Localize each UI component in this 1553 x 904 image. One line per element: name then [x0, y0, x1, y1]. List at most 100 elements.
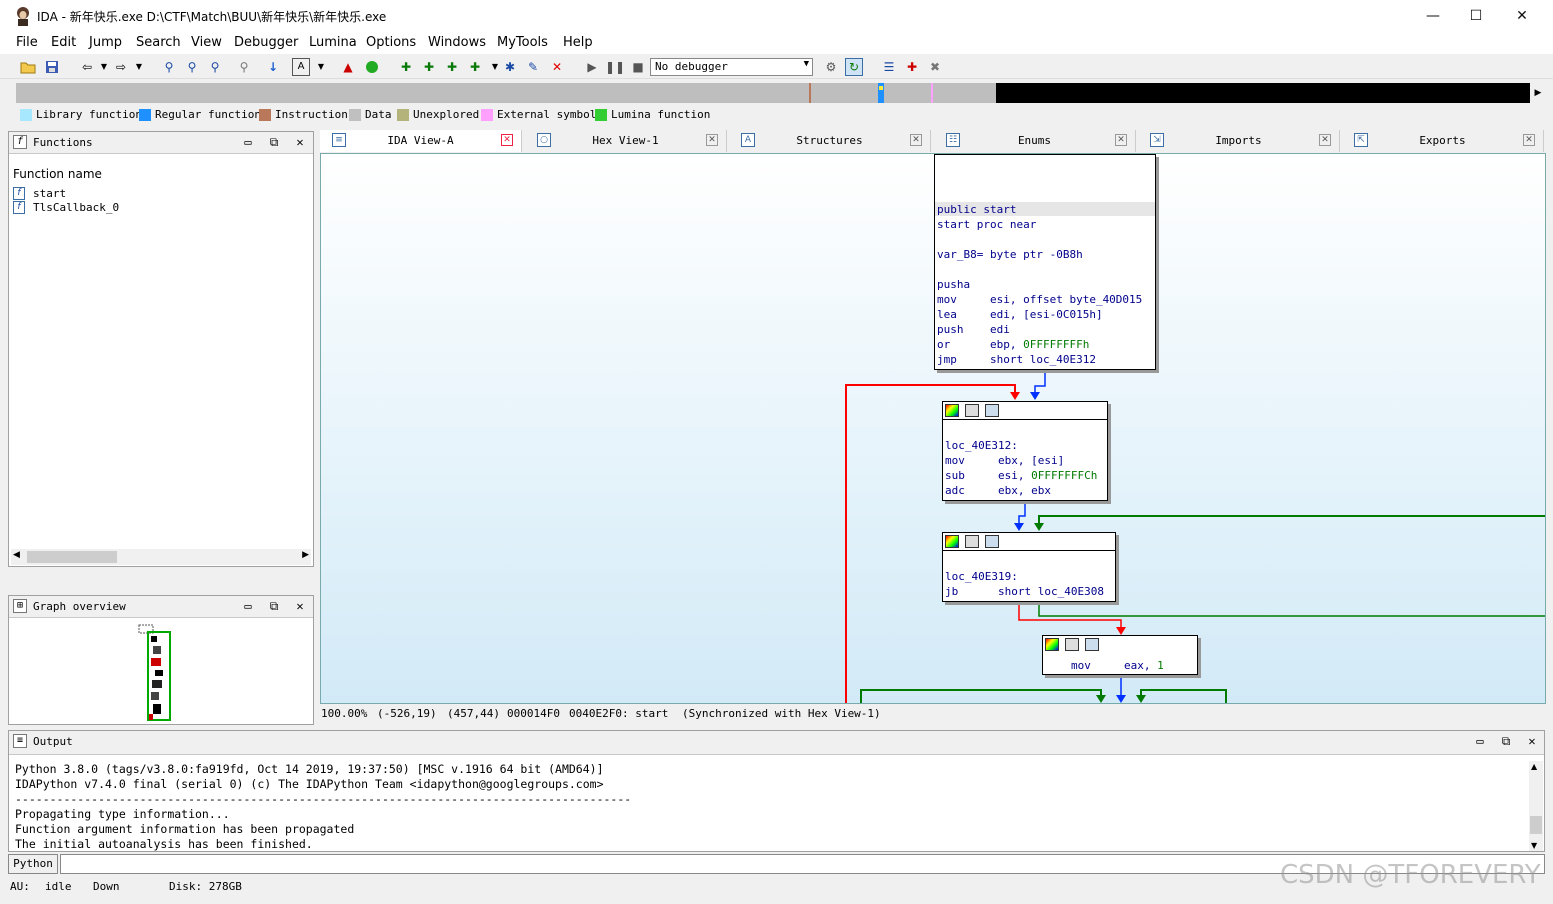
asm-line[interactable]: adc ebx, ebx: [945, 484, 1051, 497]
menu-search[interactable]: Search: [136, 35, 181, 50]
add-code-icon[interactable]: ✚: [397, 58, 415, 76]
asm-line[interactable]: lea edi, [esi-0C015h]: [937, 308, 1103, 321]
asm-line[interactable]: mov esi, offset byte_40D015: [937, 293, 1142, 306]
menu-file[interactable]: File: [16, 35, 38, 50]
debug-pause-icon[interactable]: ❚❚: [605, 58, 625, 76]
debug-options-icon[interactable]: ⚙: [822, 58, 840, 76]
asm-line[interactable]: push edi: [937, 323, 1010, 336]
forward-arrow-icon[interactable]: ⇨: [112, 58, 130, 76]
menu-view[interactable]: View: [191, 35, 222, 50]
asm-line[interactable]: jb short loc_40E308: [945, 585, 1104, 598]
add-breakpoint-icon[interactable]: ✚: [903, 58, 921, 76]
sync-icon[interactable]: ↻: [845, 58, 863, 76]
menu-help[interactable]: Help: [563, 35, 593, 50]
panel-float-icon[interactable]: ⧉: [267, 135, 281, 149]
debug-start-icon[interactable]: ▶: [583, 58, 601, 76]
tab-close-icon[interactable]: ✕: [1319, 134, 1331, 146]
back-history-dropdown-icon[interactable]: ▼: [95, 58, 113, 76]
node-rename-icon[interactable]: [1065, 638, 1079, 651]
add-data-icon[interactable]: ✚: [420, 58, 438, 76]
back-arrow-icon[interactable]: ⇦: [78, 58, 96, 76]
scroll-thumb[interactable]: [27, 551, 117, 563]
edit-func-icon[interactable]: ✎: [524, 58, 542, 76]
node-rename-icon[interactable]: [965, 535, 979, 548]
binoculars-text-icon[interactable]: ⚲: [160, 58, 178, 76]
scroll-right-icon[interactable]: ▶: [302, 550, 309, 560]
node-color-icon[interactable]: [1045, 638, 1059, 651]
asm-line[interactable]: var_B8= byte ptr -0B8h: [937, 248, 1083, 261]
nav-right-arrow-icon[interactable]: ▶: [1533, 84, 1543, 102]
menu-options[interactable]: Options: [366, 35, 416, 50]
python-language-button[interactable]: Python: [8, 854, 58, 874]
menu-jump[interactable]: Jump: [89, 35, 122, 50]
panel-close-icon[interactable]: ✕: [293, 135, 307, 149]
scroll-thumb[interactable]: [1530, 816, 1542, 834]
open-icon[interactable]: [19, 58, 37, 76]
navigation-band[interactable]: [16, 83, 1530, 103]
panel-float-icon[interactable]: ⧉: [1499, 734, 1513, 748]
panel-restore-icon[interactable]: ▭: [241, 135, 255, 149]
asm-line[interactable]: loc_40E319:: [945, 570, 1018, 583]
output-vscrollbar[interactable]: ▲ ▼: [1529, 761, 1543, 851]
menu-debugger[interactable]: Debugger: [234, 35, 298, 50]
scroll-down-icon[interactable]: ▼: [1531, 841, 1537, 850]
text-dropdown-icon[interactable]: ▼: [312, 58, 330, 76]
graph-node-loc-40e319[interactable]: loc_40E319: jb short loc_40E308: [942, 532, 1116, 602]
binoculars-next-icon[interactable]: ⚲: [183, 58, 201, 76]
tab-close-icon[interactable]: ✕: [501, 134, 513, 146]
asm-line[interactable]: mov ebx, [esi]: [945, 454, 1064, 467]
tab-exports[interactable]: ⇱ Exports ✕: [1342, 130, 1544, 152]
node-rename-icon[interactable]: [965, 404, 979, 417]
node-group-icon[interactable]: [985, 404, 999, 417]
panel-close-icon[interactable]: ✕: [293, 599, 307, 613]
asm-line[interactable]: jmp short loc_40E312: [937, 353, 1096, 366]
node-group-icon[interactable]: [1085, 638, 1099, 651]
add-ascii-icon[interactable]: ✚: [443, 58, 461, 76]
search-direction[interactable]: Down: [93, 880, 120, 893]
graph-node-mov-eax[interactable]: mov eax, 1: [1042, 635, 1198, 675]
minimize-button[interactable]: —: [1418, 6, 1448, 26]
asm-line[interactable]: pusha: [937, 278, 970, 291]
tab-close-icon[interactable]: ✕: [910, 134, 922, 146]
struct-var-icon[interactable]: ✱: [501, 58, 519, 76]
asm-line[interactable]: loc_40E312:: [945, 439, 1018, 452]
tab-hex-view-1[interactable]: ○ Hex View-1 ✕: [525, 130, 727, 152]
node-color-icon[interactable]: [945, 404, 959, 417]
graph-node-start[interactable]: public start start proc near var_B8= byt…: [934, 154, 1156, 370]
binoculars-bytes-icon[interactable]: ⚲: [235, 58, 253, 76]
save-icon[interactable]: [43, 58, 61, 76]
node-color-icon[interactable]: [945, 535, 959, 548]
scroll-left-icon[interactable]: ◀: [13, 550, 20, 560]
panel-float-icon[interactable]: ⧉: [267, 599, 281, 613]
functions-hscrollbar[interactable]: ◀ ▶: [11, 549, 311, 565]
graph-view[interactable]: public start start proc near var_B8= byt…: [320, 153, 1546, 704]
jump-down-icon[interactable]: ↓: [264, 58, 282, 76]
function-name-column-header[interactable]: Function name: [13, 167, 102, 181]
maximize-button[interactable]: ☐: [1461, 6, 1491, 26]
graph-overview-thumbnail[interactable]: [137, 624, 173, 722]
graph-node-loc-40e312[interactable]: loc_40E312: mov ebx, [esi] sub esi, 0FFF…: [942, 401, 1108, 501]
tab-imports[interactable]: ⇲ Imports ✕: [1138, 130, 1340, 152]
asm-line[interactable]: mov eax, 1: [1071, 659, 1164, 672]
text-search-icon[interactable]: A: [292, 58, 310, 76]
scroll-up-icon[interactable]: ▲: [1531, 762, 1537, 771]
asm-line[interactable]: public start: [937, 203, 1016, 216]
debugger-select[interactable]: No debugger ▼: [650, 58, 813, 76]
tab-close-icon[interactable]: ✕: [706, 134, 718, 146]
breakpoint-list-icon[interactable]: ☰: [880, 58, 898, 76]
panel-restore-icon[interactable]: ▭: [1473, 734, 1487, 748]
menu-windows[interactable]: Windows: [428, 35, 486, 50]
tab-enums[interactable]: ☷ Enums ✕: [934, 130, 1136, 152]
forward-history-dropdown-icon[interactable]: ▼: [130, 58, 148, 76]
add-array-icon[interactable]: ✚: [466, 58, 484, 76]
asm-line[interactable]: or ebp, 0FFFFFFFFh: [937, 338, 1089, 351]
menu-lumina[interactable]: Lumina: [309, 35, 357, 50]
tab-close-icon[interactable]: ✕: [1523, 134, 1535, 146]
node-group-icon[interactable]: [985, 535, 999, 548]
run-analysis-icon[interactable]: [363, 58, 381, 76]
binoculars-immediate-icon[interactable]: ⚲: [206, 58, 224, 76]
remove-breakpoint-icon[interactable]: ✖: [926, 58, 944, 76]
menu-mytools[interactable]: MyTools: [497, 35, 548, 50]
panel-restore-icon[interactable]: ▭: [241, 599, 255, 613]
panel-close-icon[interactable]: ✕: [1525, 734, 1539, 748]
